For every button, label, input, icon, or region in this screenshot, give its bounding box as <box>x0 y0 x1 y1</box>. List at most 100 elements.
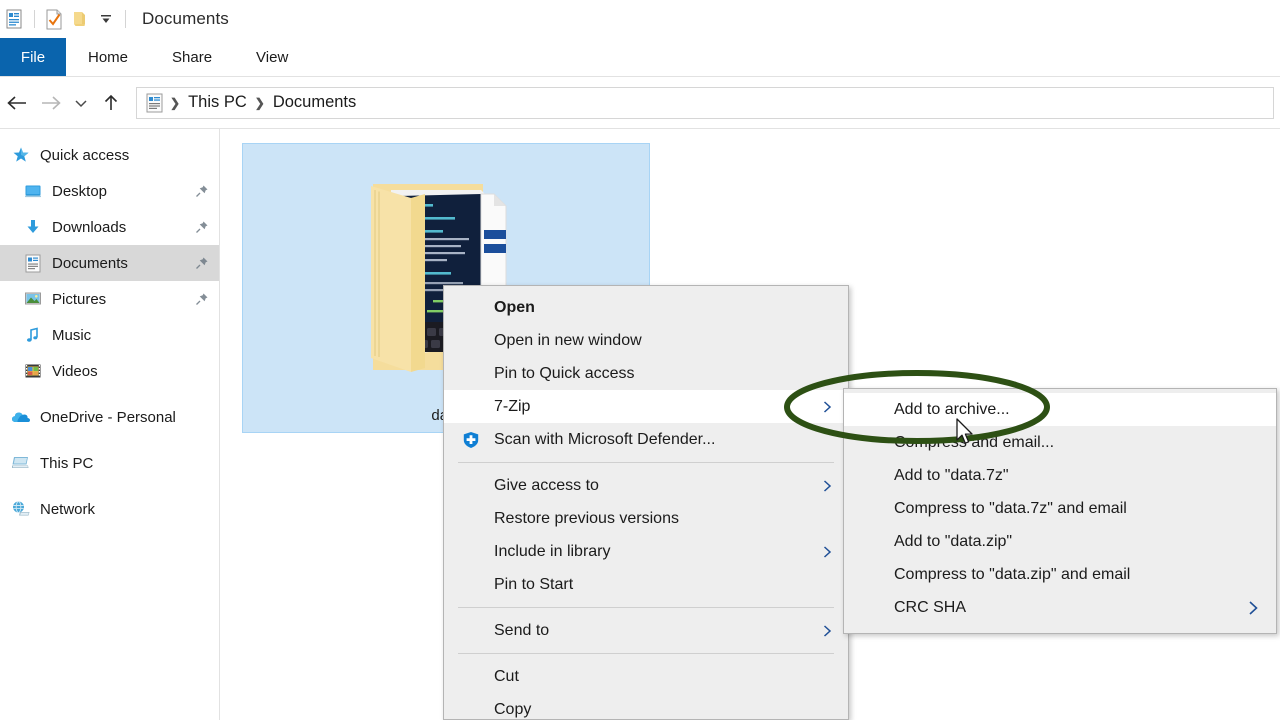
documents-folder-icon <box>145 93 165 113</box>
submenu-item-add-to-archive[interactable]: Add to archive... <box>844 393 1276 426</box>
menu-item-give-access-to[interactable]: Give access to <box>444 469 848 502</box>
menu-item-cut[interactable]: Cut <box>444 660 848 693</box>
toolbar-divider-2 <box>125 10 126 28</box>
pin-icon[interactable] <box>195 220 209 234</box>
submenu-item-compress-and-email[interactable]: Compress and email... <box>844 426 1276 459</box>
sidebar-item-label: Quick access <box>40 146 130 164</box>
menu-item-label: Pin to Quick access <box>494 364 635 382</box>
submenu-item-compress-to-data-7z-and-email[interactable]: Compress to "data.7z" and email <box>844 492 1276 525</box>
sidebar-item-label: Downloads <box>52 218 127 236</box>
sidebar-item-pictures[interactable]: Pictures <box>0 281 219 317</box>
forward-icon[interactable] <box>34 86 68 120</box>
submenu-item-label: Add to archive... <box>894 400 1010 418</box>
sidebar-item-documents[interactable]: Documents <box>0 245 219 281</box>
menu-divider-1 <box>458 462 834 463</box>
new-folder-icon[interactable] <box>67 6 93 32</box>
desktop-icon <box>22 180 44 202</box>
back-icon[interactable] <box>0 86 34 120</box>
sidebar-item-label: Pictures <box>52 290 107 308</box>
sidebar-item-quick-access[interactable]: Quick access <box>0 137 219 173</box>
sidebar-item-label: OneDrive - Personal <box>40 408 176 426</box>
sidebar-item-label: Documents <box>52 254 128 272</box>
music-note-icon <box>22 324 44 346</box>
tab-file[interactable]: File <box>0 38 66 76</box>
menu-item-label: Give access to <box>494 476 599 494</box>
sidebar-item-this-pc[interactable]: This PC <box>0 445 219 481</box>
breadcrumb-documents[interactable]: Documents <box>266 93 363 112</box>
submenu-item-label: Compress to "data.zip" and email <box>894 565 1131 583</box>
sidebar-item-videos[interactable]: Videos <box>0 353 219 389</box>
menu-item-pin-to-start[interactable]: Pin to Start <box>444 568 848 601</box>
checkmark-file-icon[interactable] <box>41 6 67 32</box>
recent-locations-icon[interactable] <box>68 86 94 120</box>
menu-item-open-in-new-window[interactable]: Open in new window <box>444 324 848 357</box>
navigation-pane: Quick access Desktop Downloads Documents… <box>0 129 220 720</box>
submenu-item-label: Compress to "data.7z" and email <box>894 499 1127 517</box>
sidebar-item-network[interactable]: Network <box>0 491 219 527</box>
sidebar-item-onedrive[interactable]: OneDrive - Personal <box>0 399 219 435</box>
menu-item-label: Open <box>494 298 535 316</box>
menu-item-label: Send to <box>494 621 550 639</box>
pin-icon[interactable] <box>195 256 209 270</box>
sidebar-item-desktop[interactable]: Desktop <box>0 173 219 209</box>
search-box[interactable] <box>1272 88 1274 120</box>
submenu-item-add-to-data-7z[interactable]: Add to "data.7z" <box>844 459 1276 492</box>
navigation-bar: ❯ This PC ❯ Documents <box>0 77 1280 129</box>
submenu-item-label: Compress and email... <box>894 433 1055 451</box>
menu-item-7-zip[interactable]: 7-Zip <box>444 390 848 423</box>
menu-item-label: Open in new window <box>494 331 642 349</box>
submenu-item-label: Add to "data.7z" <box>894 466 1009 484</box>
menu-item-label: Include in library <box>494 542 611 560</box>
breadcrumb-separator-0: ❯ <box>170 95 181 110</box>
menu-item-scan-with-microsoft-defender[interactable]: Scan with Microsoft Defender... <box>444 423 848 456</box>
submenu-item-compress-to-data-zip-and-email[interactable]: Compress to "data.zip" and email <box>844 558 1276 591</box>
document-icon <box>22 252 44 274</box>
menu-item-label: Pin to Start <box>494 575 574 593</box>
file-explorer-window: Documents File Home Share View ❯ This PC… <box>0 0 1280 720</box>
submenu-item-add-to-data-zip[interactable]: Add to "data.zip" <box>844 525 1276 558</box>
menu-item-open[interactable]: Open <box>444 291 848 324</box>
breadcrumb-this-pc[interactable]: This PC <box>181 93 254 112</box>
menu-item-include-in-library[interactable]: Include in library <box>444 535 848 568</box>
sidebar-item-label: Network <box>40 500 96 518</box>
shield-icon <box>462 431 480 449</box>
window-title: Documents <box>142 9 229 28</box>
chevron-right-icon <box>1246 600 1260 616</box>
address-bar[interactable]: ❯ This PC ❯ Documents <box>136 86 1274 120</box>
menu-item-send-to[interactable]: Send to <box>444 614 848 647</box>
menu-divider-2 <box>458 607 834 608</box>
video-icon <box>22 360 44 382</box>
submenu-7-zip[interactable]: Add to archive... Compress and email... … <box>843 388 1277 634</box>
star-icon <box>10 144 32 166</box>
menu-item-restore-previous-versions[interactable]: Restore previous versions <box>444 502 848 535</box>
menu-item-pin-to-quick-access[interactable]: Pin to Quick access <box>444 357 848 390</box>
sidebar-item-music[interactable]: Music <box>0 317 219 353</box>
menu-divider-3 <box>458 653 834 654</box>
menu-item-copy[interactable]: Copy <box>444 693 848 720</box>
document-properties-icon[interactable] <box>2 6 28 32</box>
pin-icon[interactable] <box>195 184 209 198</box>
sidebar-item-downloads[interactable]: Downloads <box>0 209 219 245</box>
submenu-item-label: Add to "data.zip" <box>894 532 1013 550</box>
chevron-right-icon <box>820 624 834 638</box>
tab-home[interactable]: Home <box>66 38 150 76</box>
chevron-down-icon[interactable] <box>93 6 119 32</box>
picture-icon <box>22 288 44 310</box>
ribbon-tab-bar: File Home Share View <box>0 38 1280 77</box>
context-menu[interactable]: Open Open in new window Pin to Quick acc… <box>443 285 849 720</box>
pin-icon[interactable] <box>195 292 209 306</box>
menu-item-label: Restore previous versions <box>494 509 679 527</box>
quick-access-toolbar <box>0 6 132 32</box>
up-icon[interactable] <box>94 86 128 120</box>
sidebar-item-label: This PC <box>40 454 94 472</box>
menu-item-label: Scan with Microsoft Defender... <box>494 430 716 448</box>
cloud-icon <box>10 406 32 428</box>
menu-item-label: Copy <box>494 700 532 718</box>
tab-share[interactable]: Share <box>150 38 234 76</box>
toolbar-divider <box>34 10 35 28</box>
menu-item-label: Cut <box>494 667 519 685</box>
tab-view[interactable]: View <box>234 38 310 76</box>
submenu-item-crc-sha[interactable]: CRC SHA <box>844 591 1276 624</box>
